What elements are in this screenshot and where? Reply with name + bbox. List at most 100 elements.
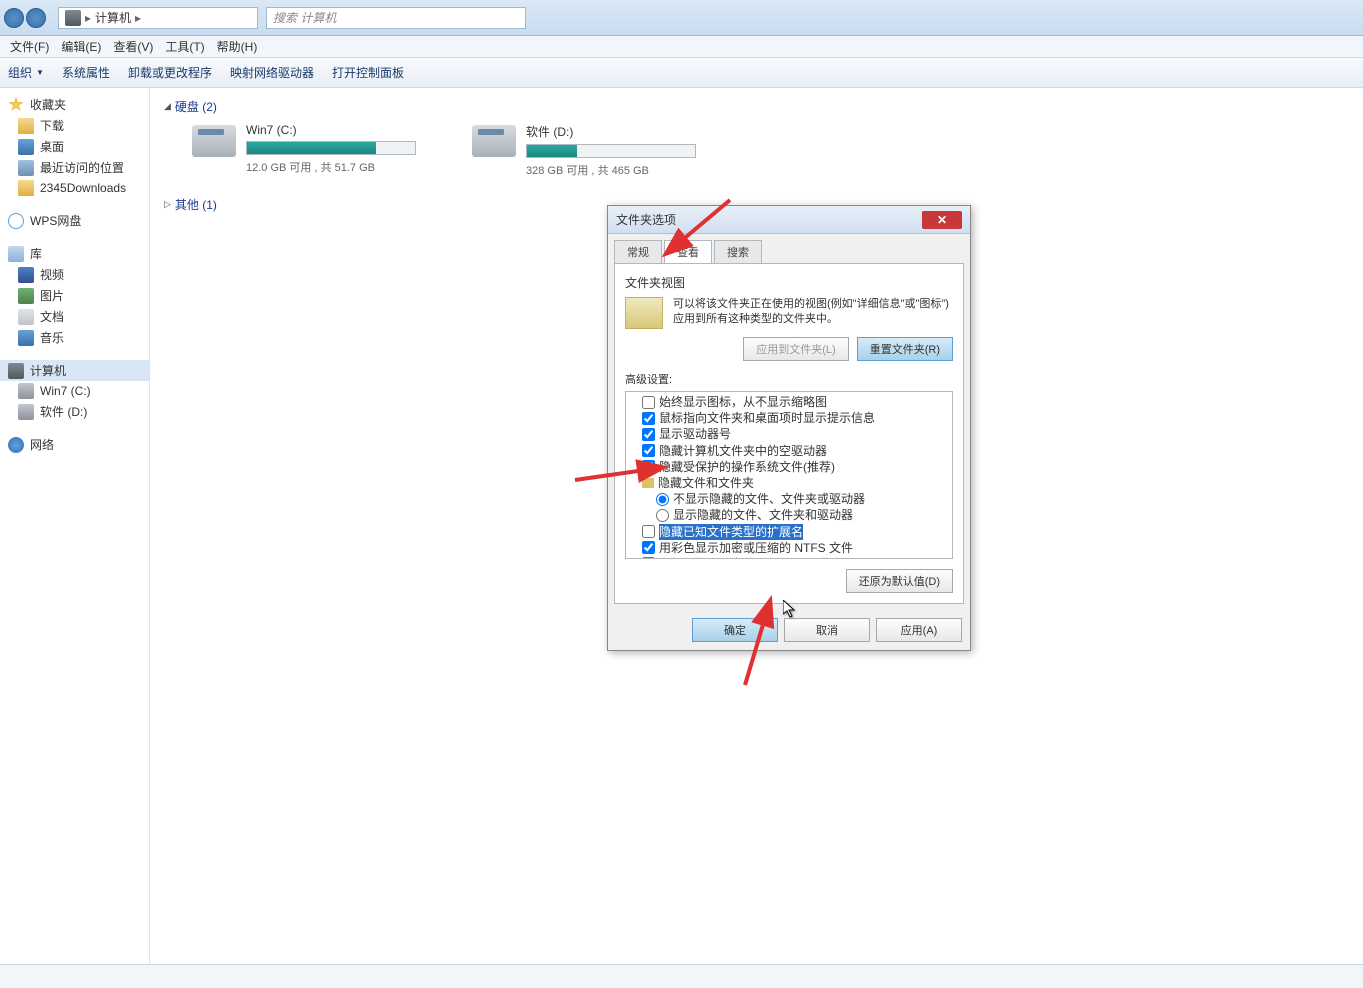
checkbox[interactable] [642,396,655,409]
checkbox[interactable] [642,525,655,538]
adv-item-label: 隐藏受保护的操作系统文件(推荐) [659,459,835,475]
sidebar-music[interactable]: 音乐 [0,327,149,348]
checkbox[interactable] [642,541,655,554]
adv-setting-item[interactable]: 隐藏已知文件类型的扩展名 [628,524,950,540]
computer-icon [65,10,81,26]
drive-usage-bar [246,141,416,155]
search-input[interactable]: 搜索 计算机 [266,7,526,29]
recent-icon [18,160,34,176]
adv-setting-item[interactable]: 鼠标指向文件夹和桌面项时显示提示信息 [628,410,950,426]
star-icon [8,97,24,113]
folder-view-icon [625,297,663,329]
adv-setting-item[interactable]: 显示隐藏的文件、文件夹和驱动器 [628,507,950,523]
restore-defaults-button[interactable]: 还原为默认值(D) [846,569,953,593]
sidebar-drive-d[interactable]: 软件 (D:) [0,401,149,422]
computer-icon [8,363,24,379]
menu-edit[interactable]: 编辑(E) [55,38,107,55]
folder-icon [18,118,34,134]
tab-view[interactable]: 查看 [664,240,712,263]
sidebar-desktop[interactable]: 桌面 [0,136,149,157]
menu-file[interactable]: 文件(F) [4,38,55,55]
adv-item-label: 显示驱动器号 [659,426,731,442]
ok-button[interactable]: 确定 [692,618,778,642]
adv-setting-item[interactable]: 在标题栏显示完整路径(仅限经典主题) [628,556,950,559]
tab-general[interactable]: 常规 [614,240,662,263]
breadcrumb-location[interactable]: 计算机 [95,9,131,26]
menu-view[interactable]: 查看(V) [107,38,159,55]
adv-item-label: 隐藏计算机文件夹中的空驱动器 [659,443,827,459]
adv-setting-item[interactable]: 隐藏文件和文件夹 [628,475,950,491]
checkbox[interactable] [642,460,655,473]
adv-item-label: 用彩色显示加密或压缩的 NTFS 文件 [659,540,853,556]
tab-search[interactable]: 搜索 [714,240,762,263]
search-placeholder: 搜索 计算机 [273,9,336,26]
dialog-titlebar[interactable]: 文件夹选项 ✕ [608,206,970,234]
advanced-settings-label: 高级设置: [625,371,953,387]
adv-item-label: 隐藏文件和文件夹 [658,475,754,491]
drive-usage-bar [526,144,696,158]
radio[interactable] [656,509,669,522]
sidebar: 收藏夹 下载 桌面 最近访问的位置 2345Downloads WPS网盘 库 … [0,88,150,964]
adv-setting-item[interactable]: 用彩色显示加密或压缩的 NTFS 文件 [628,540,950,556]
sidebar-drive-c[interactable]: Win7 (C:) [0,381,149,401]
checkbox[interactable] [642,444,655,457]
menubar: 文件(F) 编辑(E) 查看(V) 工具(T) 帮助(H) [0,36,1363,58]
checkbox[interactable] [642,412,655,425]
sidebar-video[interactable]: 视频 [0,264,149,285]
chevron-down-icon: ▼ [36,68,44,77]
toolbar-sysprops[interactable]: 系统属性 [62,64,110,81]
sidebar-recent[interactable]: 最近访问的位置 [0,157,149,178]
drive-icon [192,125,236,157]
toolbar-controlpanel[interactable]: 打开控制面板 [332,64,404,81]
sidebar-pictures[interactable]: 图片 [0,285,149,306]
dialog-title: 文件夹选项 [616,211,922,228]
group-drives-header[interactable]: ◢硬盘 (2) [164,98,1349,115]
sidebar-downloads[interactable]: 下载 [0,115,149,136]
apply-button[interactable]: 应用(A) [876,618,962,642]
apply-to-folders-button[interactable]: 应用到文件夹(L) [743,337,848,361]
menu-help[interactable]: 帮助(H) [211,38,264,55]
adv-setting-item[interactable]: 隐藏计算机文件夹中的空驱动器 [628,443,950,459]
toolbar-mapdrive[interactable]: 映射网络驱动器 [230,64,314,81]
nav-back-button[interactable] [4,8,24,28]
drive-item[interactable]: 软件 (D:) 328 GB 可用 , 共 465 GB [472,123,712,178]
toolbar: 组织▼ 系统属性 卸载或更改程序 映射网络驱动器 打开控制面板 [0,58,1363,88]
advanced-settings-list[interactable]: 始终显示图标，从不显示缩略图鼠标指向文件夹和桌面项时显示提示信息显示驱动器号隐藏… [625,391,953,559]
adv-item-label: 隐藏已知文件类型的扩展名 [659,524,803,540]
sidebar-computer[interactable]: 计算机 [0,360,149,381]
sidebar-favorites[interactable]: 收藏夹 [0,94,149,115]
sidebar-wps[interactable]: WPS网盘 [0,210,149,231]
reset-folders-button[interactable]: 重置文件夹(R) [857,337,953,361]
document-icon [18,309,34,325]
cancel-button[interactable]: 取消 [784,618,870,642]
checkbox[interactable] [642,428,655,441]
sidebar-network[interactable]: 网络 [0,434,149,455]
adv-setting-item[interactable]: 隐藏受保护的操作系统文件(推荐) [628,459,950,475]
adv-setting-item[interactable]: 显示驱动器号 [628,426,950,442]
breadcrumb-sep: ▸ [85,11,91,25]
sidebar-2345downloads[interactable]: 2345Downloads [0,178,149,198]
close-button[interactable]: ✕ [922,211,962,229]
library-icon [8,246,24,262]
menu-tools[interactable]: 工具(T) [159,38,210,55]
radio[interactable] [656,493,669,506]
checkbox[interactable] [642,557,655,559]
picture-icon [18,288,34,304]
drive-info-text: 12.0 GB 可用 , 共 51.7 GB [246,159,432,175]
caret-right-icon: ▷ [164,199,171,210]
drive-item[interactable]: Win7 (C:) 12.0 GB 可用 , 共 51.7 GB [192,123,432,178]
folder-icon [642,478,654,488]
cloud-icon [8,213,24,229]
adv-setting-item[interactable]: 始终显示图标，从不显示缩略图 [628,394,950,410]
adv-item-label: 始终显示图标，从不显示缩略图 [659,394,827,410]
window-titlebar: ▸ 计算机 ▸ 搜索 计算机 [0,0,1363,36]
breadcrumb[interactable]: ▸ 计算机 ▸ [58,7,258,29]
drive-name: 软件 (D:) [526,123,712,140]
toolbar-uninstall[interactable]: 卸载或更改程序 [128,64,212,81]
adv-setting-item[interactable]: 不显示隐藏的文件、文件夹或驱动器 [628,491,950,507]
drive-icon [18,383,34,399]
toolbar-organize[interactable]: 组织▼ [8,64,44,81]
nav-forward-button[interactable] [26,8,46,28]
sidebar-documents[interactable]: 文档 [0,306,149,327]
sidebar-libraries[interactable]: 库 [0,243,149,264]
